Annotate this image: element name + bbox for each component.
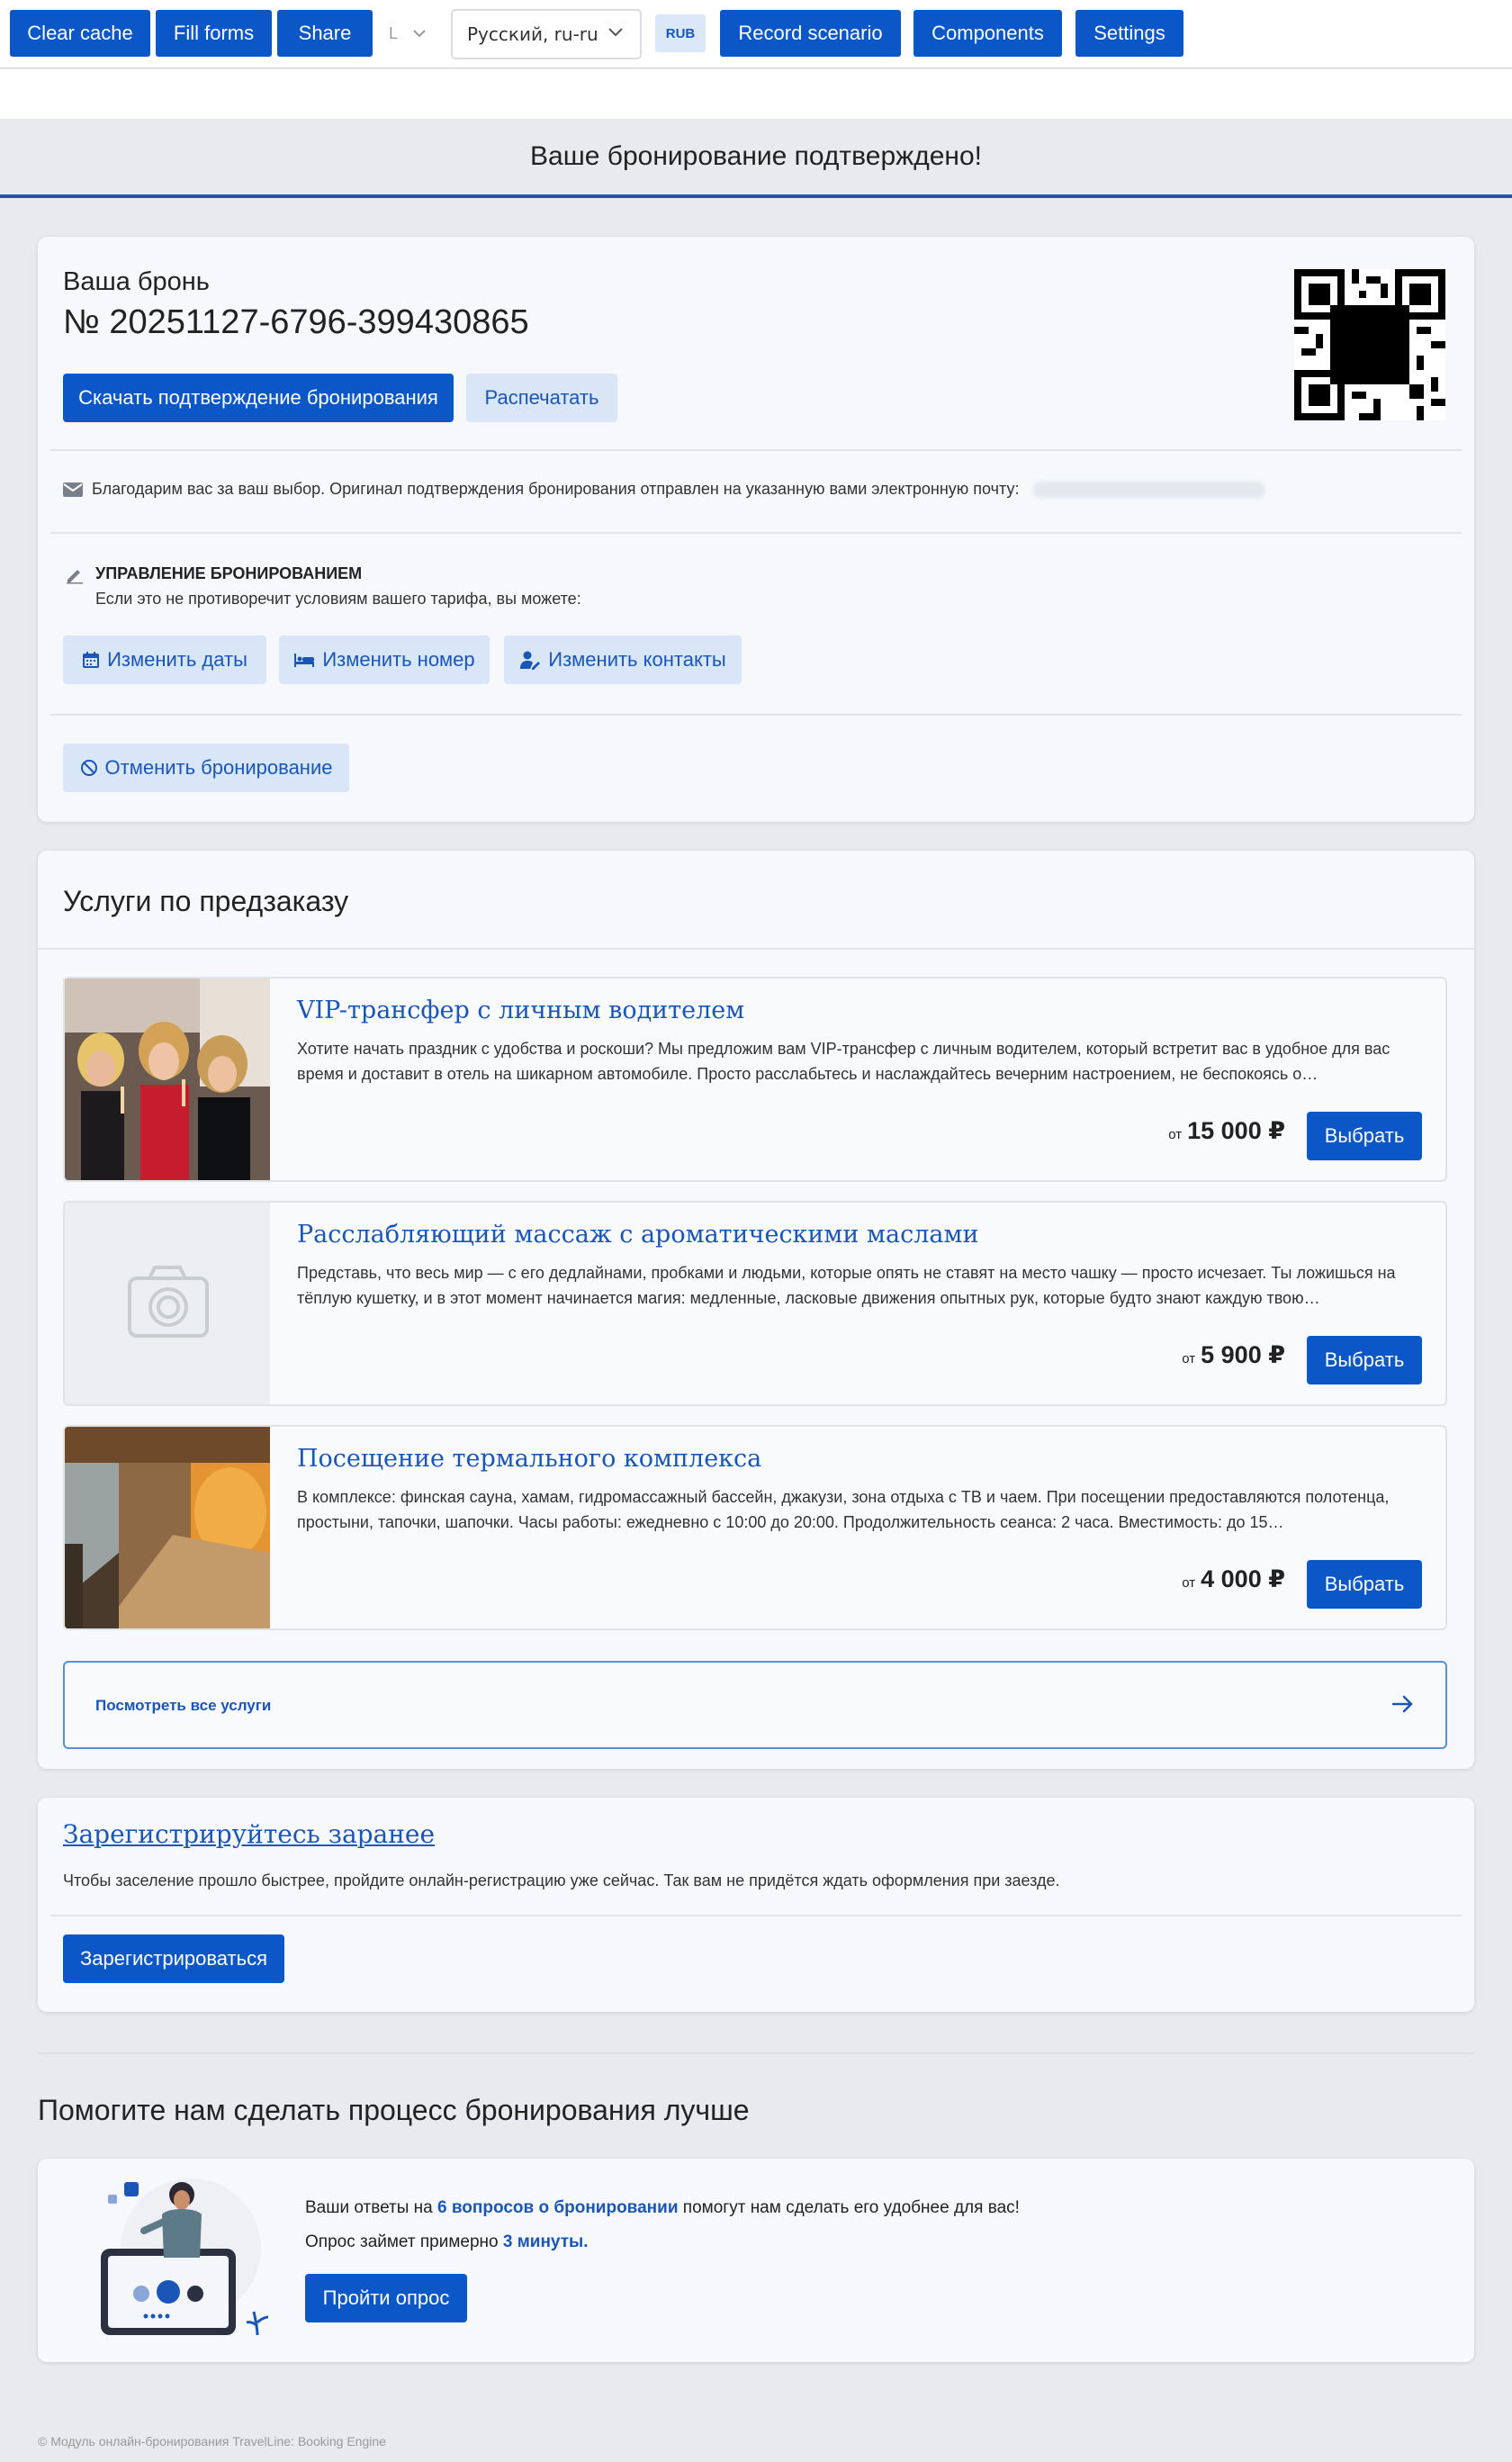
register-title[interactable]: Зарегистрируйтесь заранее <box>63 1819 435 1849</box>
divider <box>50 532 1462 534</box>
manage-subtitle: Если это не противоречит условиям вашего… <box>95 590 581 608</box>
services-title: Услуги по предзаказу <box>63 885 349 917</box>
see-all-label: Посмотреть все услуги <box>95 1697 272 1714</box>
divider <box>38 948 1474 950</box>
survey-heading: Помогите нам сделать процесс бронировани… <box>38 2094 750 2126</box>
chevron-down-icon <box>413 30 426 38</box>
calendar-icon <box>83 652 100 668</box>
service-item: Посещение термального комплекса В компле… <box>63 1425 1447 1630</box>
register-text: Чтобы заселение прошло быстрее, пройдите… <box>63 1871 1060 1889</box>
footer-text: © Модуль онлайн-бронирования TravelLine:… <box>38 2434 386 2448</box>
record-scenario-button[interactable]: Record scenario <box>720 10 901 57</box>
service-item: Расслабляющий массаж с ароматическими ма… <box>63 1201 1447 1406</box>
language-select[interactable]: Русский, ru-ru <box>451 9 642 59</box>
service-price: от 15 000 ₽ <box>1168 1117 1285 1145</box>
pencil-icon <box>67 570 83 584</box>
select-service-button[interactable]: Выбрать <box>1307 1336 1422 1384</box>
service-price: от 4 000 ₽ <box>1182 1565 1285 1593</box>
user-edit-icon <box>520 651 541 670</box>
settings-button[interactable]: Settings <box>1076 10 1184 57</box>
change-room-label: Изменить номер <box>322 648 475 671</box>
booking-label: Ваша бронь <box>63 267 210 296</box>
take-survey-button[interactable]: Пройти опрос <box>305 2274 467 2322</box>
top-spacer <box>0 69 1512 119</box>
masked-email <box>1033 481 1266 498</box>
change-dates-label: Изменить даты <box>107 648 248 671</box>
page-title: Ваше бронирование подтверждено! <box>530 141 982 171</box>
image-placeholder <box>65 1203 270 1404</box>
survey-highlight: 6 вопросов о бронировании <box>437 2198 679 2217</box>
price-value: 4 000 ₽ <box>1201 1565 1285 1592</box>
select-service-button[interactable]: Выбрать <box>1307 1112 1422 1160</box>
chevron-down-icon <box>608 28 623 37</box>
components-button[interactable]: Components <box>914 10 1062 57</box>
email-note-text: Благодарим вас за ваш выбор. Оригинал по… <box>92 480 1020 498</box>
price-prefix: от <box>1182 1575 1196 1591</box>
service-description: Представь, что весь мир — с его дедлайна… <box>297 1264 1396 1307</box>
fill-forms-button[interactable]: Fill forms <box>156 10 272 57</box>
booking-card: Ваша бронь № 20251127-6796-399430865 Ска… <box>38 237 1474 822</box>
change-dates-button[interactable]: Изменить даты <box>63 636 266 684</box>
divider <box>50 714 1462 716</box>
price-value: 15 000 ₽ <box>1187 1117 1285 1144</box>
manage-title: УПРАВЛЕНИЕ БРОНИРОВАНИЕМ <box>95 564 363 582</box>
language-value: Русский, ru-ru <box>467 23 598 45</box>
survey-line-1: Ваши ответы на 6 вопросов о бронировании… <box>305 2198 1020 2218</box>
survey-highlight: 3 минуты. <box>502 2232 589 2251</box>
price-prefix: от <box>1182 1351 1196 1366</box>
bed-icon <box>294 654 315 667</box>
dev-toolbar: Clear cache Fill forms Share L Русский, … <box>0 0 1512 68</box>
divider <box>50 449 1462 451</box>
cancel-booking-button[interactable]: Отменить бронирование <box>63 744 349 792</box>
divider <box>38 2052 1474 2054</box>
print-button[interactable]: Распечатать <box>466 374 617 422</box>
small-select[interactable]: L <box>389 10 427 57</box>
services-card: Услуги по предзаказу VIP-трансфер с личн… <box>38 851 1474 1769</box>
service-photo <box>65 978 270 1180</box>
survey-text: Опрос займет примерно <box>305 2232 499 2251</box>
divider <box>50 1915 1462 1916</box>
service-name[interactable]: Расслабляющий массаж с ароматическими ма… <box>297 1221 978 1249</box>
survey-card: Ваши ответы на 6 вопросов о бронировании… <box>38 2159 1474 2362</box>
price-value: 5 900 ₽ <box>1201 1341 1285 1368</box>
small-select-value: L <box>389 23 399 42</box>
arrow-right-icon <box>1391 1695 1413 1713</box>
service-name[interactable]: Посещение термального комплекса <box>297 1445 761 1473</box>
qr-code <box>1294 269 1445 420</box>
price-prefix: от <box>1168 1127 1183 1142</box>
see-all-services-link[interactable]: Посмотреть все услуги <box>63 1661 1447 1749</box>
register-card: Зарегистрируйтесь заранее Чтобы заселени… <box>38 1798 1474 2012</box>
share-button[interactable]: Share <box>277 10 373 57</box>
survey-text: Ваши ответы на <box>305 2198 433 2217</box>
clear-cache-button[interactable]: Clear cache <box>10 10 150 57</box>
survey-line-2: Опрос займет примерно 3 минуты. <box>305 2232 589 2252</box>
change-contacts-button[interactable]: Изменить контакты <box>504 636 742 684</box>
service-price: от 5 900 ₽ <box>1182 1341 1285 1369</box>
change-contacts-label: Изменить контакты <box>548 648 726 671</box>
service-description: Хотите начать праздник с удобства и роск… <box>297 1040 1390 1083</box>
survey-text: помогут нам сделать его удобнее для вас! <box>682 2198 1020 2217</box>
email-note: Благодарим вас за ваш выбор. Оригинал по… <box>63 480 1266 499</box>
cancel-booking-label: Отменить бронирование <box>104 756 333 779</box>
service-name[interactable]: VIP-трансфер с личным водителем <box>297 997 744 1024</box>
service-description: В комплексе: финская сауна, хамам, гидро… <box>297 1488 1390 1531</box>
change-room-button[interactable]: Изменить номер <box>279 636 490 684</box>
service-photo <box>65 1427 270 1628</box>
confirmation-header: Ваше бронирование подтверждено! <box>0 119 1512 198</box>
download-confirmation-button[interactable]: Скачать подтверждение бронирования <box>63 374 454 422</box>
currency-badge[interactable]: RUB <box>655 14 706 52</box>
service-item: VIP-трансфер с личным водителем Хотите н… <box>63 977 1447 1182</box>
booking-number: № 20251127-6796-399430865 <box>63 303 529 341</box>
select-service-button[interactable]: Выбрать <box>1307 1560 1422 1609</box>
ban-icon <box>80 760 97 776</box>
survey-illustration <box>101 2178 269 2336</box>
register-button[interactable]: Зарегистрироваться <box>63 1934 284 1983</box>
envelope-icon <box>63 482 83 497</box>
